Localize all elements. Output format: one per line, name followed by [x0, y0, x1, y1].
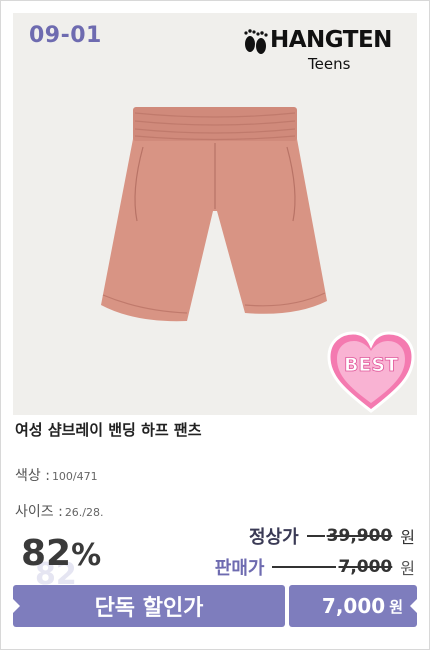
size-row: 사이즈 :26./28. [15, 501, 104, 521]
size-label: 사이즈 : [15, 504, 63, 520]
footprint-icon [244, 29, 268, 54]
exclusive-price-bar[interactable]: 단독 할인가 7,000 원 [13, 585, 417, 627]
regular-price: 39,900 [306, 526, 392, 546]
sale-price-label: 판매가 [214, 558, 265, 579]
shorts-illustration [101, 107, 327, 322]
brand-name: HANGTEN [270, 27, 392, 53]
exclusive-discount-label: 단독 할인가 [94, 596, 204, 621]
exclusive-currency: 원 [389, 597, 403, 616]
regular-currency: 원 [400, 528, 415, 547]
exclusive-price-box[interactable]: 7,000 원 [289, 585, 417, 627]
regular-price-row: 정상가 39,900 원 [249, 523, 415, 549]
product-image[interactable]: 09-01 HANGTEN Teens BEST [13, 13, 417, 415]
color-row: 색상 :100/471 [15, 465, 98, 485]
brand-subline: Teens [308, 55, 351, 73]
brand-logo: HANGTEN Teens [242, 21, 407, 73]
product-card[interactable]: 09-01 HANGTEN Teens BEST 여성 샴브레이 밴딩 하프 팬… [0, 0, 430, 650]
exclusive-discount-button[interactable]: 단독 할인가 [13, 585, 285, 627]
discount-rate: 82 82% [21, 533, 131, 592]
size-value: 26./28. [64, 506, 104, 519]
product-title[interactable]: 여성 샴브레이 밴딩 하프 팬츠 [15, 419, 202, 440]
ticket-notch-right [410, 599, 417, 613]
ticket-notch-left [13, 599, 20, 613]
color-label: 색상 : [15, 468, 50, 484]
discount-percent: % [71, 538, 102, 573]
discount-number: 82% [21, 533, 102, 574]
best-badge: BEST [327, 331, 415, 413]
sale-currency: 원 [400, 559, 415, 578]
sale-price-row: 판매가 7,000 원 [215, 554, 415, 580]
product-code: 09-01 [29, 23, 102, 48]
sale-price: 7,000 [272, 557, 392, 577]
exclusive-price: 7,000 [321, 594, 386, 618]
color-value: 100/471 [51, 470, 98, 483]
best-badge-label: BEST [344, 354, 398, 376]
regular-price-label: 정상가 [248, 527, 299, 548]
